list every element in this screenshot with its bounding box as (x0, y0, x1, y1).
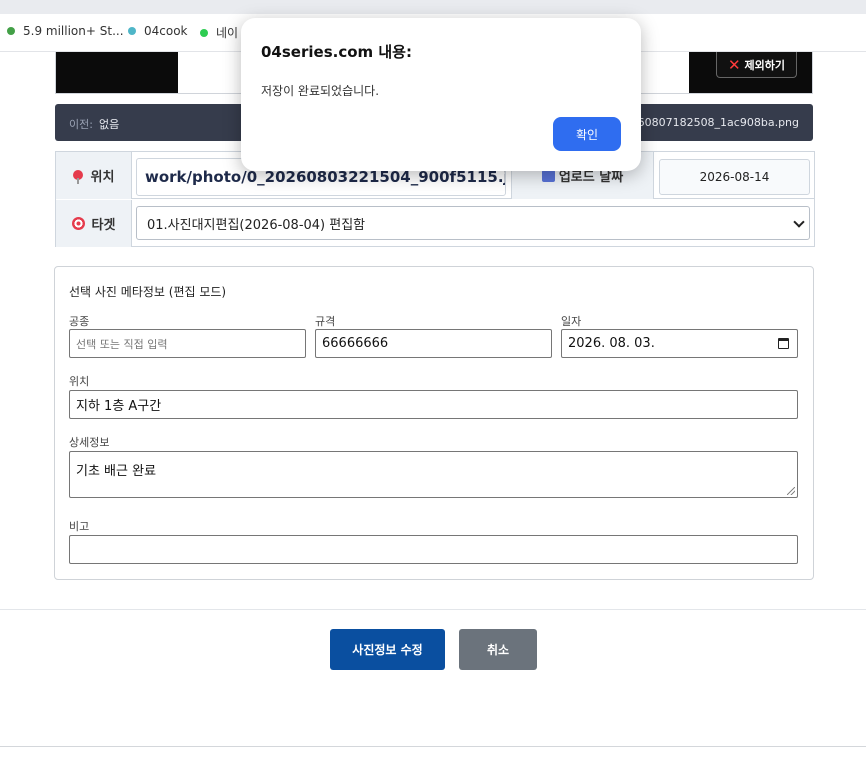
bookmark-item[interactable]: 04cook (128, 24, 188, 38)
spec-value: 66666666 (322, 336, 389, 351)
meta-edit-card: 선택 사진 메타정보 (편집 모드) 공종 선택 또는 직접 입력 규격 666… (54, 266, 814, 580)
target-header: 타겟 (56, 200, 132, 247)
upload-date-field[interactable]: 2026-08-14 (659, 159, 810, 195)
save-photo-info-button[interactable]: 사진정보 수정 (330, 629, 445, 670)
note-label: 비고 (69, 520, 90, 533)
target-icon (71, 217, 85, 230)
dialog-ok-label: 확인 (575, 127, 599, 142)
next-filename: 260807182508_1ac908ba.png (630, 116, 799, 129)
meta-card-title: 선택 사진 메타정보 (편집 모드) (69, 285, 227, 299)
location-value: 지하 1층 A구간 (76, 399, 162, 414)
trade-input[interactable]: 선택 또는 직접 입력 (69, 329, 306, 358)
bookmark-dot-icon (7, 27, 15, 35)
bookmark-dot-icon (128, 27, 136, 35)
trade-label: 공종 (69, 315, 90, 328)
dialog-message: 저장이 완료되었습니다. (261, 84, 380, 98)
upload-date-value: 2026-08-14 (699, 170, 770, 184)
calendar-icon[interactable] (778, 338, 789, 349)
bookmark-label: 네이 (216, 26, 239, 40)
calendar-icon (541, 169, 555, 182)
bookmark-item[interactable]: 5.9 million+ St... (7, 24, 124, 38)
resize-handle-icon[interactable] (787, 487, 795, 495)
detail-value: 기초 배근 완료 (76, 464, 157, 479)
target-header-label: 타겟 (91, 218, 116, 233)
note-input[interactable] (69, 535, 798, 564)
date-input[interactable]: 2026. 08. 03. (561, 329, 798, 358)
photo-thumbnail[interactable] (56, 52, 178, 93)
photo-thumbnail[interactable]: ✕ 제외하기 (689, 52, 812, 93)
previous-value: 없음 (99, 118, 120, 131)
cancel-button[interactable]: 취소 (459, 629, 537, 670)
target-select[interactable]: 01.사진대지편집(2026-08-04) 편집함 (136, 206, 810, 240)
close-icon: ✕ (727, 55, 741, 74)
exclude-button[interactable]: ✕ 제외하기 (716, 52, 797, 78)
target-select-value: 01.사진대지편집(2026-08-04) 편집함 (147, 217, 366, 233)
chevron-down-icon (793, 216, 805, 228)
info-row-target: 타겟 01.사진대지편집(2026-08-04) 편집함 (56, 200, 814, 247)
spec-input[interactable]: 66666666 (315, 329, 552, 358)
location-input[interactable]: 지하 1층 A구간 (69, 390, 798, 419)
location-label: 위치 (69, 375, 90, 388)
location-header-label: 위치 (90, 170, 115, 185)
location-header: 위치 (56, 152, 132, 199)
spec-label: 규격 (315, 315, 336, 328)
detail-textarea[interactable]: 기초 배근 완료 (69, 451, 798, 498)
dialog-title: 04series.com 내용: (261, 43, 412, 61)
divider (0, 746, 866, 747)
alert-dialog: 04series.com 내용: 저장이 완료되었습니다. 확인 (241, 18, 641, 171)
dialog-ok-button[interactable]: 확인 (553, 117, 621, 151)
pin-icon (72, 169, 83, 184)
divider (0, 609, 866, 610)
save-button-label: 사진정보 수정 (352, 643, 423, 657)
cancel-button-label: 취소 (486, 643, 510, 657)
bookmark-label: 04cook (144, 24, 188, 38)
bookmark-label: 5.9 million+ St... (23, 24, 124, 38)
date-label: 일자 (561, 315, 582, 328)
previous-label: 이전: (69, 118, 93, 131)
detail-label: 상세정보 (69, 436, 110, 449)
bookmark-dot-icon (200, 28, 208, 37)
bookmark-item[interactable]: 네이 (200, 24, 238, 41)
exclude-button-label: 제외하기 (744, 58, 786, 72)
trade-placeholder: 선택 또는 직접 입력 (76, 337, 168, 351)
date-value: 2026. 08. 03. (568, 336, 655, 351)
